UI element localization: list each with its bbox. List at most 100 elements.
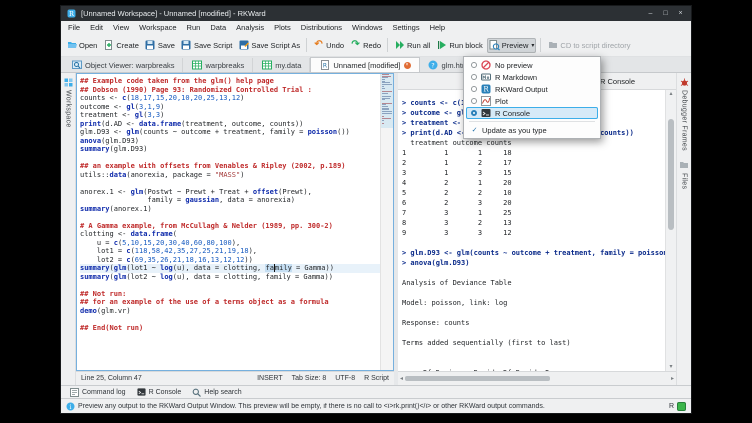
save-script-label: Save Script (194, 41, 232, 50)
console-input-line: > glm.D93 <- glm(counts ~ outcome + trea… (402, 248, 665, 258)
table-icon (261, 60, 272, 71)
code-segment: 118,58,42,35,27,25,21,19,18 (135, 247, 249, 255)
highlight-mode[interactable]: R Script (364, 375, 389, 382)
scroll-right-icon[interactable]: ▸ (671, 375, 674, 382)
code-segment: glm (126, 128, 139, 136)
menu-plots[interactable]: Plots (269, 23, 296, 32)
menu-item-no-preview[interactable]: No preview (466, 59, 598, 71)
toolview-files[interactable]: Files (681, 173, 688, 189)
code-line: lot2 = c(69,35,26,21,18,16,13,12,12)) (80, 256, 381, 265)
menu-analysis[interactable]: Analysis (231, 23, 269, 32)
menu-item-plot[interactable]: Plot (466, 95, 598, 107)
toolbar-separator (540, 38, 541, 52)
menu-item-r-console[interactable]: R Console (466, 107, 598, 119)
table-icon (191, 60, 202, 71)
menu-workspace[interactable]: Workspace (134, 23, 181, 32)
tab-object-viewer-warpbreaks[interactable]: Object Viewer: warpbreaks (63, 58, 183, 72)
code-segment: gaussian (185, 196, 219, 204)
maximize-icon[interactable]: □ (660, 10, 671, 17)
menu-item-label: Plot (495, 97, 508, 106)
hscroll-track[interactable] (405, 375, 669, 382)
console-vscrollbar[interactable]: ▴ ▾ (665, 90, 676, 371)
toolview-r-console[interactable]: R Console (133, 387, 186, 398)
menu-item-rkward-output[interactable]: R RKWard Output (466, 83, 598, 95)
plot-icon (481, 96, 491, 106)
menu-help[interactable]: Help (425, 23, 450, 32)
menu-item-r-markdown[interactable]: R Markdown (466, 71, 598, 83)
code-segment: anorex.1 <- (80, 188, 131, 196)
code-segment: (treatment, outcome, counts)) (181, 120, 303, 128)
cursor-position[interactable]: Line 25, Column 47 (81, 375, 142, 382)
no-preview-icon (481, 60, 491, 70)
menu-settings[interactable]: Settings (387, 23, 424, 32)
run-block-button[interactable]: Run block (434, 38, 484, 53)
code-segment: )) (244, 256, 252, 264)
tab-size[interactable]: Tab Size: 8 (292, 375, 327, 382)
console-output-line: 4 2 1 20 (402, 178, 665, 188)
code-line: summary(glm(lot2 ~ log(u), data = clotti… (80, 273, 381, 282)
code-line: treatment <- gl(3,3) (80, 111, 381, 120)
editor-minimap-scrollbar[interactable] (380, 74, 393, 370)
tab-unnamed-modified[interactable]: RUnnamed [modified]× (310, 57, 419, 72)
create-button[interactable]: Create (101, 38, 141, 53)
toolview-command-log[interactable]: Command log (66, 387, 130, 398)
scroll-up-icon[interactable]: ▴ (669, 90, 672, 98)
script-editor[interactable]: ## Example code taken from the glm() hel… (76, 73, 394, 371)
run-all-button[interactable]: Run all (392, 38, 432, 53)
cd-to-script-directory-button[interactable]: CD to script directory (545, 38, 632, 53)
r-engine-label: R (669, 403, 674, 410)
tab-label: my.data (275, 61, 301, 70)
tab-modified-close-icon[interactable]: × (404, 62, 411, 69)
save-script-button[interactable]: Save Script (179, 38, 234, 53)
menu-view[interactable]: View (108, 23, 134, 32)
code-line: family = gaussian, data = anorexia) (80, 196, 381, 205)
r-engine-status-indicator[interactable] (677, 402, 686, 411)
menu-distributions[interactable]: Distributions (296, 23, 347, 32)
code-segment: 69,35,26,21,18,16,13,12,12 (135, 256, 245, 264)
open-label: Open (79, 41, 97, 50)
open-button[interactable]: Open (64, 38, 99, 53)
preview-icon (489, 40, 500, 51)
rkward-icon: R (481, 84, 491, 94)
save-script-as-button[interactable]: Save Script As (236, 38, 302, 53)
code-line: demo(glm.vr) (80, 307, 381, 316)
close-icon[interactable]: × (675, 10, 686, 17)
menu-file[interactable]: File (63, 23, 85, 32)
code-line: ## an example with offsets from Venables… (80, 162, 381, 171)
code-segment: treatment <- (80, 111, 135, 119)
vscroll-track[interactable] (666, 98, 676, 363)
menu-run[interactable]: Run (182, 23, 206, 32)
menu-item-update-as-you-type[interactable]: ✓Update as you type (466, 124, 598, 136)
radio-icon (471, 98, 477, 104)
code-area[interactable]: ## Example code taken from the glm() hel… (77, 74, 381, 370)
preview-button[interactable]: Preview▾ (487, 38, 537, 53)
code-segment: glm (131, 188, 144, 196)
titlebar[interactable]: R [Unnamed Workspace] - Unnamed [modifie… (61, 6, 691, 21)
undo-button[interactable]: ↶Undo (311, 38, 346, 53)
tab-my-data[interactable]: my.data (253, 58, 310, 72)
code-line: glm.D93 <- glm(counts ~ outcome + treatm… (80, 128, 381, 137)
code-segment: outcome <- (80, 103, 126, 111)
save-button[interactable]: Save (143, 38, 177, 53)
tab-warpbreaks[interactable]: warpbreaks (183, 58, 253, 72)
toolview-debugger-frames[interactable]: Debugger Frames (681, 90, 688, 151)
menu-data[interactable]: Data (205, 23, 231, 32)
scroll-down-icon[interactable]: ▾ (669, 363, 672, 371)
input-mode[interactable]: INSERT (257, 375, 283, 382)
console-hscrollbar[interactable]: ◂ ▸ (398, 371, 676, 385)
menu-item-label: No preview (495, 61, 533, 70)
toolview-workspace[interactable]: Workspace (65, 90, 72, 128)
scroll-left-icon[interactable]: ◂ (400, 375, 403, 382)
menu-windows[interactable]: Windows (347, 23, 387, 32)
code-segment: (d.AD <- (101, 120, 139, 128)
code-segment: anova (80, 137, 101, 145)
code-line: summary(anorex.1) (80, 205, 381, 214)
menu-item-label: RKWard Output (495, 85, 548, 94)
vscroll-thumb[interactable] (668, 119, 674, 230)
menu-edit[interactable]: Edit (85, 23, 108, 32)
minimize-icon[interactable]: – (645, 10, 656, 17)
toolview-help-search[interactable]: Help search (188, 387, 245, 398)
hscroll-thumb[interactable] (405, 376, 550, 381)
redo-button[interactable]: ↷Redo (348, 38, 383, 53)
encoding[interactable]: UTF-8 (335, 375, 355, 382)
